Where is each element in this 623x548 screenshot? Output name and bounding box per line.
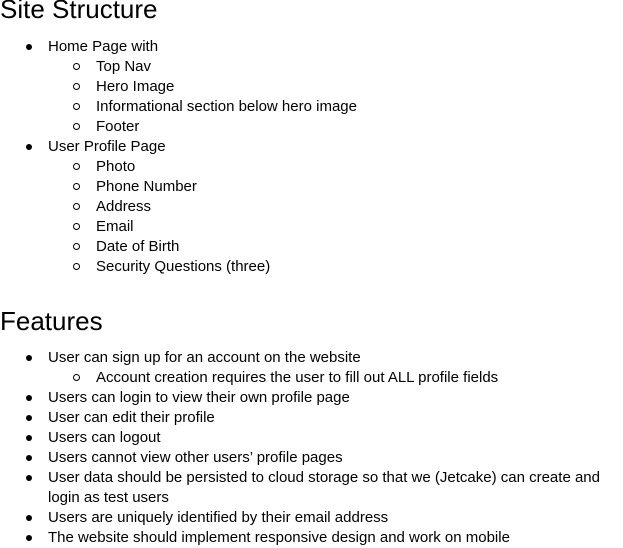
- list-item: Users are uniquely identified by their e…: [0, 508, 623, 528]
- features-list: User can sign up for an account on the w…: [0, 348, 623, 548]
- sub-list: Top Nav Hero Image Informational section…: [48, 57, 623, 137]
- sub-list: Account creation requires the user to fi…: [48, 368, 623, 388]
- list-item: Users cannot view other users’ profile p…: [0, 448, 623, 468]
- list-item-label: User Profile Page: [48, 138, 166, 155]
- sub-list-item: Top Nav: [0, 57, 623, 77]
- sub-list-item: Date of Birth: [0, 237, 623, 257]
- sub-list-item: Account creation requires the user to fi…: [0, 368, 623, 388]
- list-item: User can edit their profile: [0, 408, 623, 428]
- list-item: Home Page with Top Nav Hero Image Inform…: [0, 37, 623, 137]
- sub-list-item: Photo: [0, 157, 623, 177]
- list-item: Users can login to view their own profil…: [0, 388, 623, 408]
- sub-list-item: Hero Image: [0, 77, 623, 97]
- list-item: Users can logout: [0, 428, 623, 448]
- list-item: User can sign up for an account on the w…: [0, 348, 623, 388]
- features-heading: Features: [0, 306, 103, 336]
- list-item: User data should be persisted to cloud s…: [0, 468, 623, 508]
- list-item-label: User can sign up for an account on the w…: [48, 349, 361, 366]
- site-structure-list: Home Page with Top Nav Hero Image Inform…: [0, 37, 623, 277]
- sub-list-item: Email: [0, 217, 623, 237]
- list-item: User Profile Page Photo Phone Number Add…: [0, 137, 623, 277]
- site-structure-heading: Site Structure: [0, 0, 158, 24]
- sub-list-item: Phone Number: [0, 177, 623, 197]
- sub-list-item: Footer: [0, 117, 623, 137]
- list-item: The website should implement responsive …: [0, 528, 623, 548]
- sub-list: Photo Phone Number Address Email Date of…: [48, 157, 623, 277]
- sub-list-item: Security Questions (three): [0, 257, 623, 277]
- sub-list-item: Address: [0, 197, 623, 217]
- list-item-label: Home Page with: [48, 38, 159, 55]
- sub-list-item: Informational section below hero image: [0, 97, 623, 117]
